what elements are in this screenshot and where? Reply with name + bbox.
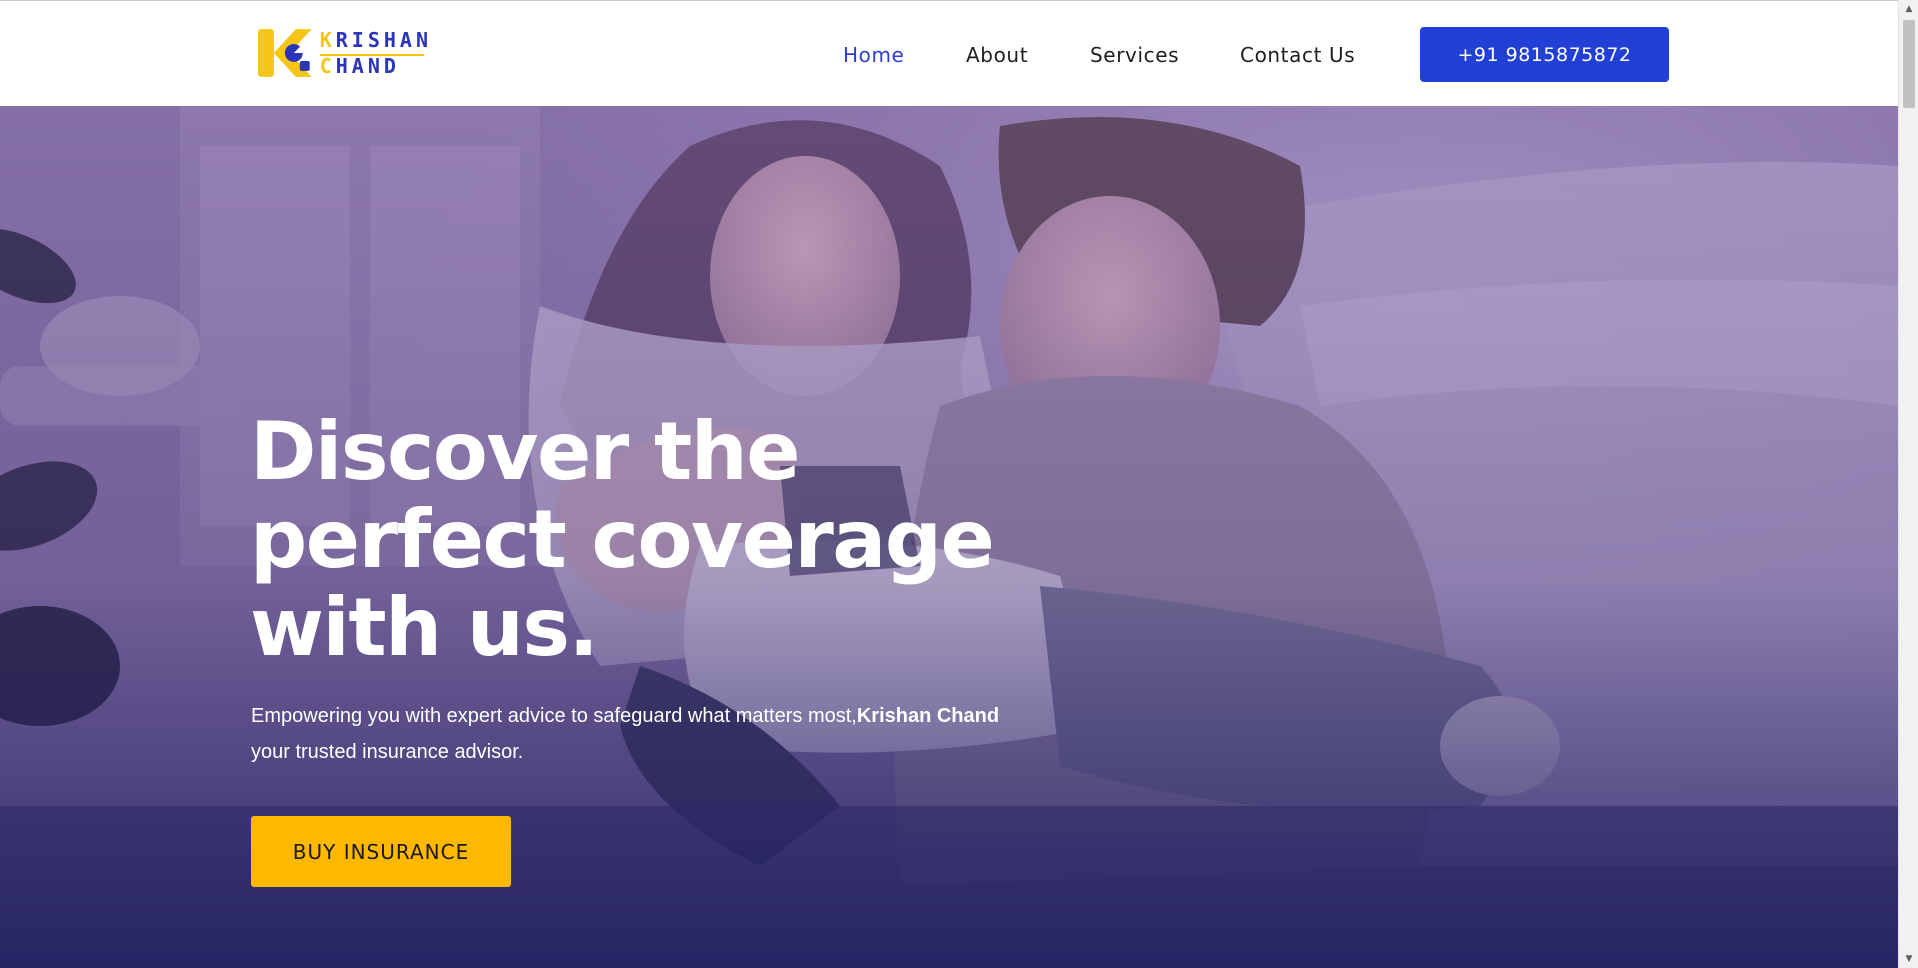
hero-section: Discover the perfect coverage with us. E… — [0, 106, 1898, 968]
brand-line-1-initial: K — [319, 28, 336, 52]
brand-line-1: KRISHAN — [320, 27, 432, 53]
nav-services[interactable]: Services — [1090, 43, 1179, 67]
phone-call-button[interactable]: +91 9815875872 — [1420, 27, 1669, 82]
hero-subtitle-brand: Krishan Chand — [856, 705, 1000, 727]
brand-line-2-rest: HAND — [335, 54, 400, 78]
brand-line-2: CHAND — [320, 53, 432, 79]
nav-home[interactable]: Home — [843, 43, 904, 67]
brand-line-1-rest: RISHAN — [335, 28, 432, 52]
logo-mark-icon — [257, 29, 312, 77]
nav-contact-us[interactable]: Contact Us — [1240, 43, 1355, 67]
buy-insurance-button[interactable]: BUY INSURANCE — [251, 816, 511, 887]
scrollbar-thumb[interactable] — [1903, 20, 1915, 108]
hero-title: Discover the perfect coverage with us. — [250, 405, 995, 674]
brand-wordmark: KRISHAN CHAND — [320, 27, 432, 79]
brand-underline — [320, 54, 424, 56]
scroll-up-icon[interactable]: ▲ — [1899, 1, 1918, 17]
site-header: KRISHAN CHAND Home About Services Contac… — [0, 0, 1898, 106]
scroll-down-icon[interactable]: ▼ — [1899, 951, 1918, 967]
hero-subtitle-pre: Empowering you with expert advice to saf… — [251, 705, 857, 727]
hero-subtitle: Empowering you with expert advice to saf… — [251, 698, 1011, 770]
page-scrollbar[interactable]: ▲ ▼ — [1898, 0, 1918, 968]
nav-about[interactable]: About — [966, 43, 1028, 67]
brand-line-2-initial: C — [319, 54, 336, 78]
hero-subtitle-post: your trusted insurance advisor. — [251, 741, 524, 763]
brand-logo[interactable]: KRISHAN CHAND — [256, 23, 432, 83]
